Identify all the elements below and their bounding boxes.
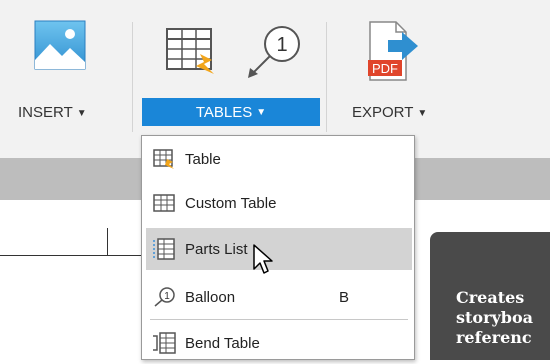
custom-table-icon bbox=[151, 190, 177, 216]
table-icon bbox=[166, 28, 214, 74]
pdf-export-icon: PDF bbox=[368, 21, 418, 81]
menu-item-label: Bend Table bbox=[185, 334, 260, 352]
chevron-down-icon: ▼ bbox=[256, 106, 267, 118]
balloon-number: 1 bbox=[276, 34, 287, 56]
tooltip: Creates storyboa referenc bbox=[430, 232, 550, 360]
balloon-button[interactable]: 1 bbox=[244, 24, 300, 85]
mouse-cursor bbox=[252, 243, 274, 280]
menu-item-balloon[interactable]: 1 Balloon B bbox=[143, 276, 413, 318]
tooltip-line: storyboa bbox=[456, 308, 534, 327]
parts-list-icon bbox=[151, 236, 177, 262]
menu-item-parts-list[interactable]: Parts List bbox=[146, 228, 412, 270]
tables-label: TABLES bbox=[195, 103, 253, 121]
svg-text:1: 1 bbox=[164, 291, 170, 302]
cursor-arrow-icon bbox=[253, 244, 273, 274]
balloon-icon: 1 bbox=[151, 284, 177, 310]
insert-image-button[interactable] bbox=[34, 20, 86, 75]
table-icon bbox=[151, 146, 177, 172]
menu-item-bend-table[interactable]: Bend Table bbox=[143, 322, 413, 364]
table-button[interactable] bbox=[166, 28, 218, 81]
menu-item-label: Balloon bbox=[185, 288, 236, 306]
chevron-down-icon: ▼ bbox=[76, 108, 87, 119]
ribbon-separator bbox=[326, 22, 327, 132]
tables-dropdown[interactable]: TABLES ▼ bbox=[142, 98, 320, 126]
chevron-down-icon: ▼ bbox=[417, 108, 428, 119]
menu-item-label: Parts List bbox=[185, 240, 248, 258]
ribbon-separator bbox=[132, 22, 133, 132]
export-pdf-button[interactable]: PDF bbox=[366, 20, 422, 89]
insert-label: INSERT bbox=[18, 104, 73, 121]
tooltip-line: referenc bbox=[456, 328, 532, 347]
menu-item-custom-table[interactable]: Custom Table bbox=[143, 182, 413, 224]
pdf-text: PDF bbox=[372, 61, 398, 76]
image-icon bbox=[34, 20, 86, 70]
menu-item-label: Table bbox=[185, 150, 221, 168]
shortcut-key: B bbox=[339, 288, 350, 306]
tooltip-line: Creates bbox=[456, 288, 525, 307]
menu-item-label: Custom Table bbox=[185, 194, 277, 212]
bend-table-icon bbox=[151, 330, 177, 356]
insert-dropdown[interactable]: INSERT ▼ bbox=[18, 104, 87, 121]
export-dropdown[interactable]: EXPORT ▼ bbox=[352, 104, 427, 121]
tables-menu: Table Custom Table Parts List 1 Balloon … bbox=[141, 135, 415, 360]
menu-separator bbox=[150, 319, 408, 320]
drawing-line bbox=[107, 228, 108, 256]
export-label: EXPORT bbox=[352, 104, 414, 121]
menu-item-table[interactable]: Table bbox=[143, 138, 413, 180]
balloon-icon: 1 bbox=[248, 26, 300, 78]
